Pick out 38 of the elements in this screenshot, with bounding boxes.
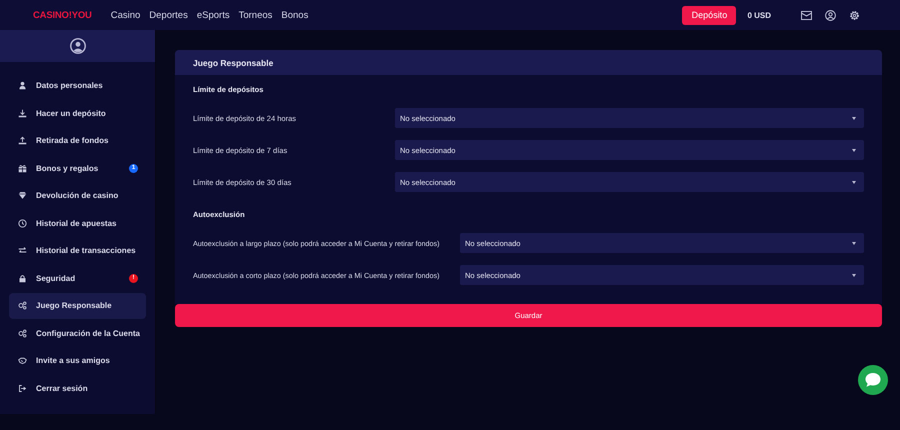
nav-link[interactable]: eSports [196, 10, 230, 20]
caret-icon [852, 116, 856, 120]
lock-icon [18, 274, 27, 283]
sidebar-item[interactable]: Configuración de la Cuenta [9, 320, 146, 346]
settings-icon[interactable] [849, 10, 860, 20]
panel-title: Juego Responsable [193, 58, 274, 68]
chat-icon[interactable] [858, 365, 888, 395]
balance: 0 USD [747, 10, 771, 20]
upload-icon [18, 136, 27, 146]
logout-icon [18, 384, 27, 393]
sidebar-item[interactable]: Historial de apuestas [9, 210, 146, 236]
nav-link[interactable]: Bonos [281, 10, 308, 20]
avatar-icon[interactable] [70, 38, 86, 54]
sidebar-item[interactable]: Devolución de casino [9, 183, 146, 208]
caret-icon [852, 274, 856, 276]
clock-icon [18, 218, 27, 228]
nav-link[interactable]: Torneos [238, 10, 272, 20]
diamond-icon [18, 191, 27, 200]
person-icon [18, 81, 27, 90]
sidebar-item[interactable]: Hacer un depósito [9, 100, 146, 126]
sidebar-item[interactable]: Retirada de fondos [9, 128, 146, 154]
sidebar-item[interactable]: Historial de transacciones [9, 238, 146, 264]
caret-icon [852, 180, 856, 184]
transfer-icon [18, 246, 27, 256]
mail-icon[interactable] [801, 10, 812, 20]
gift-icon [18, 164, 27, 173]
user-icon[interactable] [825, 10, 836, 20]
download-icon [18, 108, 27, 118]
nav-link[interactable]: Deportes [149, 10, 188, 20]
logo[interactable]: CASINO!YOU [33, 10, 92, 20]
caret-icon [852, 148, 856, 152]
sidebar-item[interactable]: Juego Responsable [9, 293, 146, 318]
sidebar-item[interactable]: Datos personales [9, 73, 146, 98]
caret-icon [852, 242, 856, 244]
sidebar-item[interactable]: Invite a sus amigos [9, 348, 146, 374]
deposit-button[interactable]: Depósito [682, 6, 736, 24]
nav-link[interactable]: Casino [110, 10, 140, 20]
sidebar-item[interactable]: Cerrar sesión [9, 376, 146, 401]
